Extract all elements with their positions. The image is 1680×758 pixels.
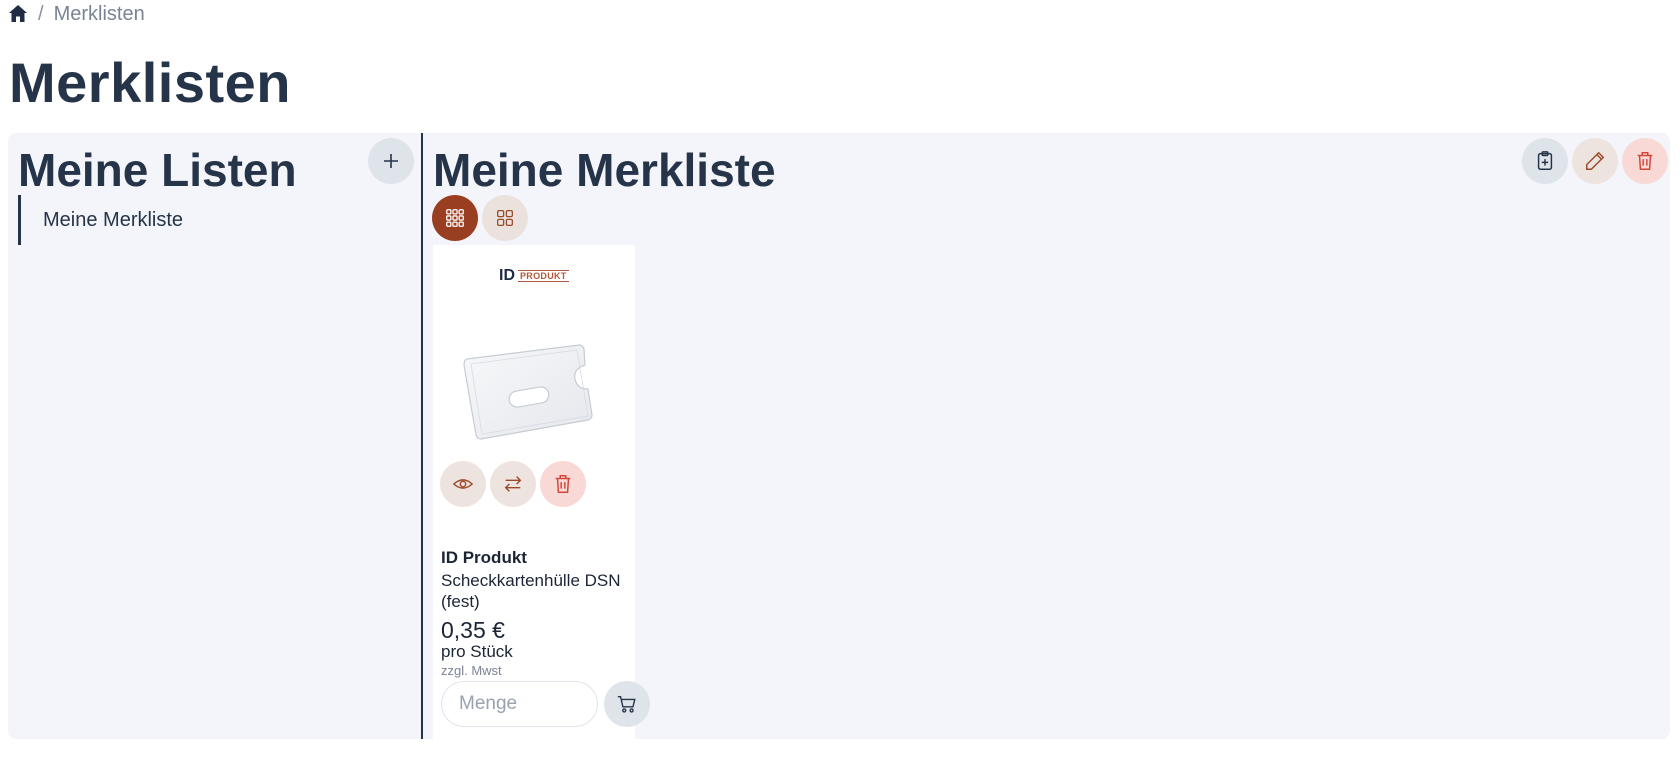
product-tax-note: zzgl. Mwst [441, 663, 502, 678]
trash-icon [555, 475, 571, 493]
eye-icon [452, 479, 474, 489]
product-price: 0,35 € [441, 617, 505, 643]
product-brand: ID Produkt [441, 548, 527, 567]
brand-logo: ID PRODUKT [499, 267, 569, 285]
plus-icon [384, 154, 398, 168]
remove-product-button[interactable] [540, 461, 586, 507]
move-product-button[interactable] [490, 461, 536, 507]
delete-list-button[interactable] [1622, 138, 1668, 184]
view-toggle-group [432, 195, 528, 241]
product-unit: pro Stück [441, 642, 513, 661]
grid-small-view-button[interactable] [432, 195, 478, 241]
sidebar-title: Meine Listen [18, 144, 297, 196]
add-list-button[interactable] [368, 138, 414, 184]
cart-icon [617, 695, 636, 713]
add-to-cart-button[interactable] [604, 681, 650, 727]
sidebar-item-meine-merkliste[interactable]: Meine Merkliste [18, 195, 398, 245]
logo-text-id: ID [499, 267, 515, 284]
product-card[interactable]: ID PRODUKT ID Produkt Scheckkartenhülle … [433, 245, 650, 739]
sidebar-item-label: Meine Merkliste [43, 208, 184, 231]
quantity-input[interactable] [441, 681, 598, 727]
product-actions [440, 461, 586, 507]
logo-text-produkt: PRODUKT [518, 270, 569, 282]
product-image [463, 344, 593, 440]
list-actions [1522, 138, 1668, 184]
add-to-cart-list-button[interactable] [1522, 138, 1568, 184]
trash-icon [1637, 152, 1653, 170]
home-icon[interactable] [8, 4, 28, 24]
grid-large-view-button[interactable] [482, 195, 528, 241]
edit-list-button[interactable] [1572, 138, 1618, 184]
swap-arrows-icon [504, 476, 522, 492]
page-title: Merklisten [9, 51, 291, 114]
lists-sidebar: Meine Listen Meine Merkliste [8, 133, 423, 739]
list-title: Meine Merkliste [433, 144, 776, 196]
view-product-button[interactable] [440, 461, 486, 507]
grid-large-icon [497, 210, 513, 226]
clipboard-plus-icon [1537, 151, 1553, 170]
breadcrumb-separator: / [38, 2, 44, 25]
breadcrumb: / Merklisten [8, 2, 145, 26]
product-name[interactable]: Scheckkartenhülle DSN (fest) [441, 570, 631, 612]
merklisten-panel: Meine Listen Meine Merkliste Meine Merkl… [8, 133, 1670, 739]
pencil-icon [1586, 151, 1605, 170]
breadcrumb-current: Merklisten [53, 2, 145, 25]
grid-small-icon [446, 209, 464, 227]
